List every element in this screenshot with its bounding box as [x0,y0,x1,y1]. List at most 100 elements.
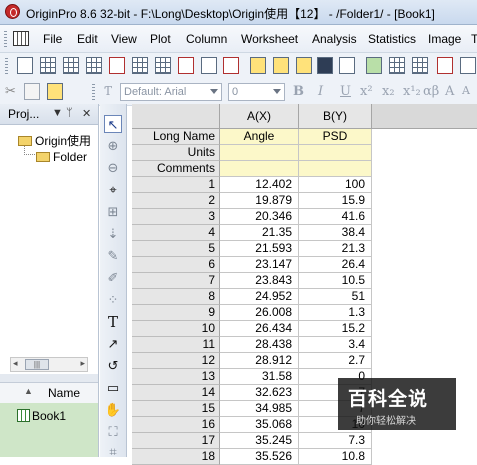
menu-image[interactable]: Image [428,32,461,46]
data-cell[interactable]: 3.4 [299,337,372,353]
new-function-graph-icon[interactable] [223,57,239,74]
hand-tool-icon[interactable]: ✋ [104,401,122,419]
copy-icon[interactable] [24,83,40,100]
rectangle-tool-icon[interactable]: ▭ [104,379,122,397]
bold-button[interactable]: B [293,84,304,99]
meta-row-label[interactable]: Comments [132,161,220,177]
meta-cell[interactable]: Angle [220,129,299,145]
row-number[interactable]: 5 [132,241,220,257]
recalculate-icon[interactable] [437,57,453,74]
data-cell[interactable]: 41.6 [299,209,372,225]
data-cell[interactable]: 34.985 [220,401,299,417]
new-project-icon[interactable] [17,57,33,74]
meta-cell[interactable] [299,145,372,161]
decrease-font-button[interactable]: A [462,84,470,97]
menu-statistics[interactable]: Statistics [368,32,416,46]
regional-data-selector-icon[interactable]: ✎ [104,247,122,265]
import-multiple-icon[interactable] [389,57,405,74]
data-cell[interactable]: 31.58 [220,369,299,385]
font-size-select[interactable]: 0 [228,83,285,101]
menu-view[interactable]: View [111,32,137,46]
subscript-button[interactable]: x₂ [382,84,395,99]
data-cell[interactable]: 20.346 [220,209,299,225]
scroll-thumb[interactable]: ||| [25,359,49,370]
menu-worksheet[interactable]: Worksheet [241,32,298,46]
cut-icon[interactable]: ✂ [5,84,16,99]
tree-horizontal-scrollbar[interactable]: ◂ ||| ▸ [10,357,88,372]
menu-more[interactable]: T [471,32,477,46]
grip-handle[interactable] [4,31,7,47]
data-cell[interactable]: 35.068 [220,417,299,433]
save-project-icon[interactable] [317,57,333,74]
new-notes-icon[interactable] [201,57,217,74]
new-graph-icon[interactable] [109,57,125,74]
menu-analysis[interactable]: Analysis [312,32,357,46]
data-cell[interactable]: 23.147 [220,257,299,273]
new-worksheet-icon[interactable] [40,57,56,74]
sort-up-icon[interactable]: ▲ [24,386,33,396]
underline-button[interactable]: U [340,84,351,99]
import-wizard-icon[interactable] [412,57,428,74]
close-icon[interactable]: ✕ [82,107,91,120]
pointer-tool-icon[interactable]: ↖ [104,115,122,133]
new-table-icon[interactable] [132,57,148,74]
data-cell[interactable]: 100 [299,177,372,193]
name-column-header[interactable]: Name [48,386,80,400]
data-cell[interactable]: 21.35 [220,225,299,241]
row-number[interactable]: 2 [132,193,220,209]
row-number[interactable]: 17 [132,433,220,449]
row-number[interactable]: 13 [132,369,220,385]
new-function-icon[interactable] [155,57,171,74]
origin-app-icon[interactable] [5,4,20,19]
data-cell[interactable]: 15.2 [299,321,372,337]
data-cell[interactable]: 35.526 [220,449,299,465]
data-cell[interactable]: 26.434 [220,321,299,337]
row-number[interactable]: 3 [132,209,220,225]
data-cell[interactable]: 10.5 [299,273,372,289]
tree-item-folder[interactable]: Folder [36,150,87,164]
greek-button[interactable]: αβ [423,84,439,99]
zoom-in-icon[interactable]: ⊕ [104,137,122,155]
data-cell[interactable]: 32.623 [220,385,299,401]
data-reader-icon[interactable]: ⊞ [104,203,122,221]
toolbar-grip[interactable] [5,58,8,74]
row-number[interactable]: 18 [132,449,220,465]
import-icon[interactable] [366,57,382,74]
row-number[interactable]: 4 [132,225,220,241]
row-number[interactable]: 7 [132,273,220,289]
pin-icon[interactable]: ᛘ [66,107,73,119]
paste-icon[interactable] [47,83,63,100]
meta-row-label[interactable]: Long Name [132,129,220,145]
open-excel-icon[interactable] [296,57,312,74]
panel-splitter[interactable] [0,374,98,382]
row-number[interactable]: 8 [132,289,220,305]
data-cell[interactable]: 38.4 [299,225,372,241]
data-cell[interactable]: 28.438 [220,337,299,353]
data-cell[interactable]: 51 [299,289,372,305]
increase-font-button[interactable]: A [445,84,454,99]
data-cell[interactable]: 10.8 [299,449,372,465]
row-number[interactable]: 15 [132,401,220,417]
menu-column[interactable]: Column [186,32,227,46]
open-icon[interactable] [250,57,266,74]
data-cell[interactable]: 26.008 [220,305,299,321]
data-cell[interactable]: 28.912 [220,353,299,369]
data-cell[interactable]: 1.3 [299,305,372,321]
toolbar-grip[interactable] [92,84,95,100]
meta-cell[interactable] [299,161,372,177]
curved-arrow-tool-icon[interactable]: ↺ [104,357,122,375]
more-tools-icon[interactable]: ⌗ [104,443,122,461]
open-template-icon[interactable] [273,57,289,74]
menu-file[interactable]: File [43,32,62,46]
draw-data-icon[interactable]: ⁘ [104,291,122,309]
menu-plot[interactable]: Plot [150,32,171,46]
save-template-icon[interactable] [339,57,355,74]
data-cell[interactable]: 7.3 [299,433,372,449]
super-subscript-button[interactable]: x¹₂ [403,84,421,99]
data-cell[interactable]: 2.7 [299,353,372,369]
row-number[interactable]: 1 [132,177,220,193]
row-number[interactable]: 11 [132,337,220,353]
column-header-a[interactable]: A(X) [220,104,299,129]
data-cell[interactable]: 26.4 [299,257,372,273]
column-header-b[interactable]: B(Y) [299,104,372,129]
